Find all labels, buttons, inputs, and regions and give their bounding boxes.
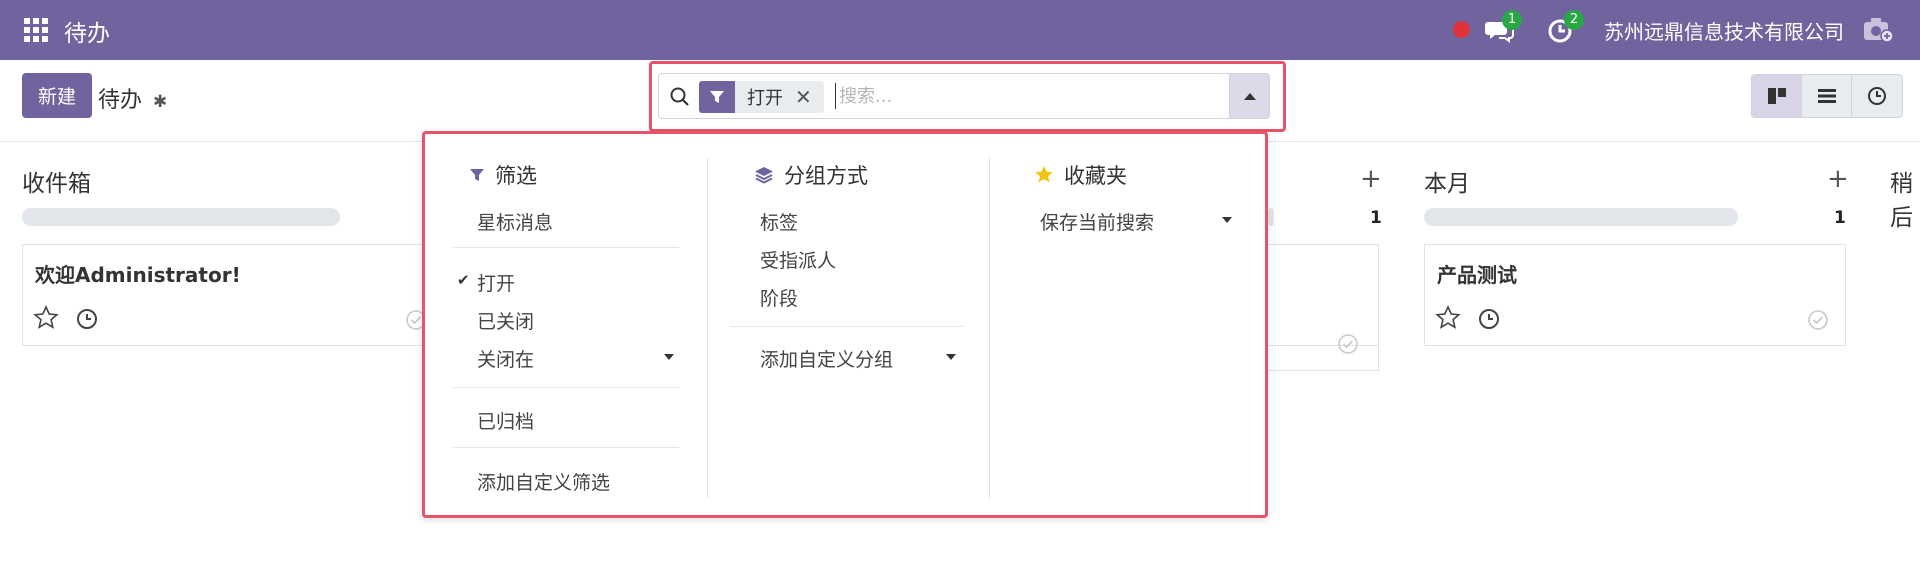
column-progress-bar (1424, 208, 1738, 226)
kanban-view-button[interactable] (1752, 75, 1802, 117)
groupby-header: 分组方式 (754, 160, 868, 190)
search-input[interactable] (839, 74, 1179, 118)
status-dot-icon[interactable] (1453, 21, 1470, 38)
column-title[interactable]: 稍后 (1890, 164, 1920, 232)
add-custom-filter[interactable]: 添加自定义筛选 (477, 468, 610, 495)
divider (730, 326, 964, 327)
column-title[interactable]: 收件箱 (22, 164, 91, 198)
activity-badge: 2 (1564, 10, 1584, 30)
star-icon[interactable] (1435, 305, 1461, 331)
search-options-toggle[interactable] (1229, 74, 1269, 118)
new-button[interactable]: 新建 (22, 73, 92, 118)
add-card-icon[interactable]: + (1827, 164, 1849, 194)
search-options-dropdown: 筛选 星标消息 ✔ 打开 已关闭 关闭在 已归档 添加自定义筛选 分组方式 标签… (422, 131, 1268, 518)
caret-down-icon[interactable] (946, 354, 956, 360)
groupby-item-assignee[interactable]: 受指派人 (760, 246, 836, 273)
column-progress-bar (1268, 208, 1274, 226)
divider (453, 387, 679, 388)
groupby-section: 分组方式 标签 受指派人 阶段 添加自定义分组 (708, 134, 989, 515)
column-count: 1 (1370, 208, 1382, 228)
gear-icon[interactable]: ✱ (153, 92, 167, 112)
kanban-card[interactable]: 产品测试 (1424, 244, 1846, 346)
clock-icon (1868, 87, 1886, 105)
search-facet[interactable]: 打开 ✕ (699, 81, 824, 113)
top-navbar: 待办 1 2 苏州远鼎信息技术有限公司 (0, 0, 1920, 60)
chat-icon[interactable]: 1 (1484, 10, 1522, 46)
breadcrumb: 待办 ✱ (98, 82, 167, 114)
list-view-button[interactable] (1802, 75, 1852, 117)
search-icon[interactable] (669, 86, 691, 108)
caret-down-icon[interactable] (664, 354, 674, 360)
filter-section: 筛选 星标消息 ✔ 打开 已关闭 关闭在 已归档 添加自定义筛选 (425, 134, 707, 515)
divider (453, 447, 679, 448)
star-icon (1035, 166, 1053, 183)
view-switcher (1751, 74, 1903, 118)
chat-badge: 1 (1502, 10, 1522, 30)
caret-up-icon (1243, 93, 1256, 100)
filter-item-archived[interactable]: 已归档 (477, 407, 534, 434)
clock-icon[interactable] (1477, 307, 1501, 331)
company-switcher[interactable]: 苏州远鼎信息技术有限公司 (1604, 16, 1844, 45)
filter-icon (699, 81, 735, 113)
divider (453, 247, 679, 248)
kanban-icon (1767, 88, 1786, 104)
filter-header: 筛选 (469, 160, 537, 190)
checkmark-icon: ✔ (457, 271, 470, 289)
caret-down-icon[interactable] (1222, 217, 1232, 223)
remove-facet-icon[interactable]: ✕ (795, 85, 824, 109)
column-count: 1 (1834, 208, 1846, 228)
page-title: 待办 (98, 88, 143, 113)
filter-item-open[interactable]: 打开 (477, 269, 515, 296)
activity-view-button[interactable] (1852, 75, 1902, 117)
filter-item-starred[interactable]: 星标消息 (477, 208, 553, 235)
card-title: 产品测试 (1437, 263, 1517, 287)
card-title: 欢迎Administrator! (35, 263, 241, 287)
column-progress-bar (22, 208, 340, 226)
filter-item-closed[interactable]: 已关闭 (477, 307, 534, 334)
layers-icon (755, 167, 773, 184)
activity-clock-icon[interactable]: 2 (1546, 10, 1584, 46)
favorites-header: 收藏夹 (1034, 160, 1127, 190)
search-bar[interactable]: 打开 ✕ (658, 73, 1270, 119)
apps-menu-icon[interactable] (24, 18, 48, 42)
app-title[interactable]: 待办 (64, 14, 110, 48)
text-cursor (835, 83, 836, 109)
clock-icon[interactable] (75, 307, 99, 331)
filter-icon (470, 169, 484, 181)
groupby-item-stage[interactable]: 阶段 (760, 284, 798, 311)
save-current-search[interactable]: 保存当前搜索 (1040, 208, 1154, 235)
user-avatar-camera-icon[interactable] (1862, 14, 1894, 44)
groupby-item-tags[interactable]: 标签 (760, 208, 798, 235)
filter-item-closed-on[interactable]: 关闭在 (477, 345, 534, 372)
add-custom-group[interactable]: 添加自定义分组 (760, 345, 893, 372)
favorites-section: 收藏夹 保存当前搜索 (990, 134, 1268, 515)
add-card-icon[interactable]: + (1360, 164, 1382, 194)
done-check-icon[interactable] (1807, 309, 1829, 331)
star-icon[interactable] (33, 305, 59, 331)
column-title[interactable]: 本月 (1424, 164, 1470, 198)
facet-label: 打开 (747, 88, 783, 109)
kanban-card[interactable]: 欢迎Administrator! (22, 244, 432, 346)
list-icon (1817, 89, 1836, 103)
